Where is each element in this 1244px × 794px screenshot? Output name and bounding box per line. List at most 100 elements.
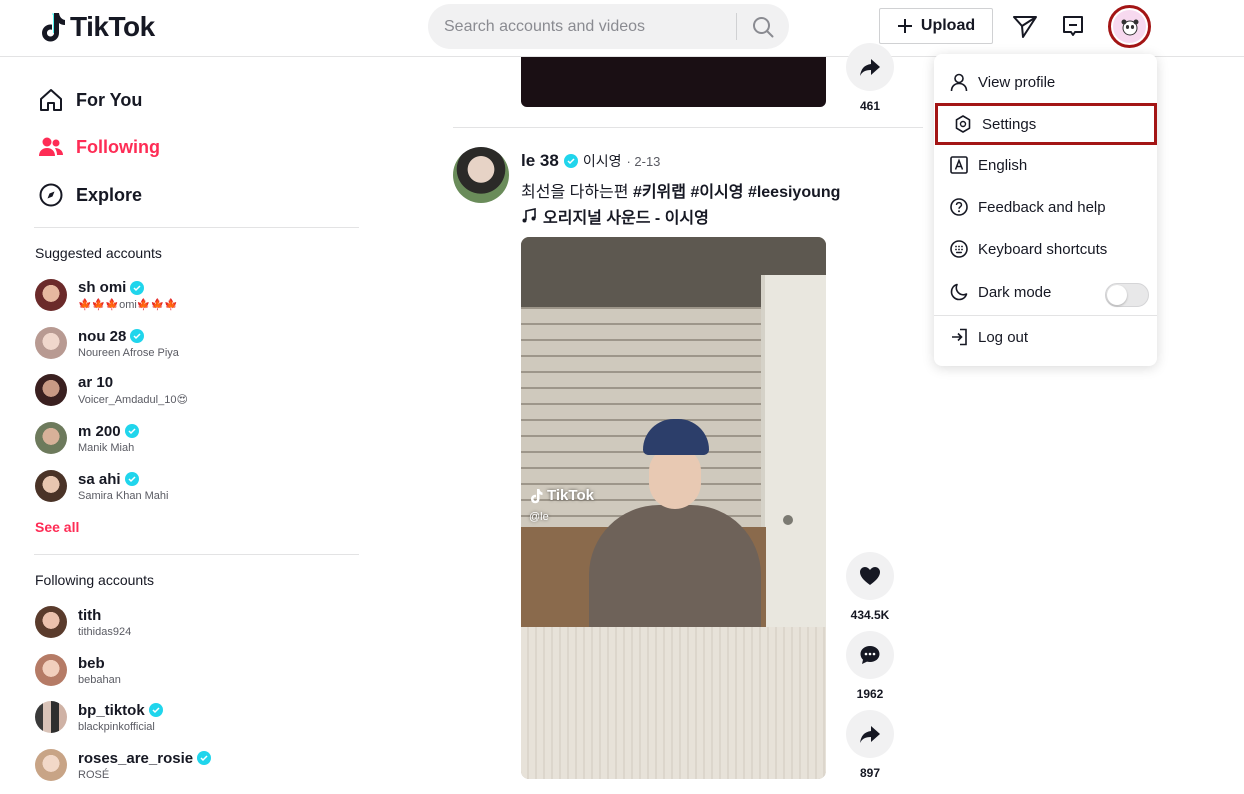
post-music[interactable]: 오리지널 사운드 - 이시영 [521, 204, 709, 228]
keyboard-icon [949, 239, 969, 259]
music-title: 오리지널 사운드 - 이시영 [543, 210, 709, 227]
like-action: 434.5K [846, 552, 894, 622]
post-caption: 최선을 다하는편 #키위랩 #이시영 #leesiyoung [521, 178, 840, 202]
menu-feedback-help[interactable]: Feedback and help [934, 186, 1157, 228]
verified-icon [148, 703, 163, 717]
following-account[interactable]: beb bebahan [35, 652, 335, 688]
tiktok-watermark-icon [531, 488, 543, 503]
account-name: sa ahi [78, 470, 121, 488]
account-name: nou 28 [78, 327, 127, 345]
see-all-link[interactable]: See all [35, 519, 79, 535]
sidebar: For You Following Explore Suggested acco… [0, 57, 360, 794]
avatar [35, 701, 67, 733]
logo-text: TikTok [70, 11, 155, 42]
suggested-account[interactable]: sa ahi Samira Khan Mahi [35, 468, 335, 504]
video-feed: 461 le 38 이시영 · 2-13 최선을 다하는편 #키위랩 #이시영 … [453, 43, 923, 794]
settings-icon [953, 114, 973, 134]
video-player[interactable]: TikTok @le [521, 237, 826, 779]
menu-label: Keyboard shortcuts [978, 240, 1108, 258]
following-account[interactable]: bp_tiktok blackpinkofficial [35, 699, 335, 735]
dark-mode-toggle[interactable] [1105, 283, 1149, 307]
home-icon [38, 87, 64, 113]
following-account[interactable]: tith tithidas924 [35, 604, 335, 640]
menu-settings[interactable]: Settings [935, 103, 1157, 145]
account-subtitle: tithidas924 [78, 625, 132, 638]
send-icon [1013, 16, 1037, 38]
avatar [35, 422, 67, 454]
comment-icon [860, 646, 880, 664]
feed-divider [453, 127, 923, 128]
upload-button[interactable]: Upload [879, 8, 993, 44]
search-bar [428, 4, 789, 49]
following-account[interactable]: roses_are_rosie ROSÉ [35, 747, 335, 783]
inbox-button[interactable] [1059, 12, 1087, 40]
sidebar-divider [34, 554, 359, 555]
verified-icon [124, 472, 139, 486]
nav-label: Following [76, 136, 160, 157]
avatar [35, 470, 67, 502]
help-icon [949, 197, 969, 217]
avatar [35, 749, 67, 781]
verified-icon [124, 424, 139, 438]
menu-keyboard-shortcuts[interactable]: Keyboard shortcuts [934, 228, 1157, 270]
account-name: beb [78, 654, 105, 672]
post-nickname: 이시영 [582, 153, 622, 169]
video-door [761, 275, 826, 630]
search-icon [753, 16, 774, 37]
caption-hashtags[interactable]: #키위랩 #이시영 #leesiyoung [633, 184, 840, 201]
post-username[interactable]: le 38 [521, 151, 559, 171]
verified-icon [130, 280, 145, 295]
menu-view-profile[interactable]: View profile [934, 61, 1157, 103]
account-subtitle: Manik Miah [78, 441, 135, 454]
prev-share-action: 461 [846, 43, 894, 113]
avatar [35, 327, 67, 359]
menu-language[interactable]: English [934, 144, 1157, 186]
menu-dark-mode: Dark mode [934, 271, 1157, 313]
menu-label: Feedback and help [978, 198, 1106, 216]
avatar [35, 606, 67, 638]
share-icon [860, 726, 880, 743]
watermark-handle: @le [529, 511, 549, 523]
like-count: 434.5K [850, 608, 890, 622]
caption-text: 최선을 다하는편 [521, 184, 633, 201]
account-subtitle: 🍁🍁🍁omi🍁🍁🍁 [78, 299, 178, 311]
plus-icon [897, 19, 912, 33]
comment-button[interactable] [846, 631, 894, 679]
account-name: ar 10 [78, 374, 114, 391]
tiktok-logo[interactable]: TikTok [38, 10, 155, 44]
search-input[interactable] [428, 4, 736, 49]
share-button[interactable] [846, 710, 894, 758]
post-author-avatar[interactable] [453, 147, 509, 203]
profile-avatar-button[interactable] [1108, 5, 1151, 48]
share-icon [860, 59, 880, 76]
share-count: 897 [859, 766, 881, 780]
menu-label: Log out [978, 328, 1029, 346]
suggested-account[interactable]: m 200 Manik Miah [35, 420, 335, 456]
post-header: le 38 이시영 · 2-13 [521, 151, 660, 171]
account-subtitle: Voicer_Amdadul_10😍 [78, 394, 188, 406]
person-icon [949, 72, 969, 92]
menu-label: Settings [982, 115, 1037, 133]
toggle-knob [1107, 285, 1127, 305]
account-name: m 200 [78, 422, 121, 440]
nav-following[interactable]: Following [38, 134, 160, 160]
inbox-icon [1063, 16, 1083, 36]
suggested-account[interactable]: nou 28 Noureen Afrose Piya [35, 325, 335, 361]
comment-count: 1962 [856, 687, 884, 701]
following-accounts-title: Following accounts [35, 572, 155, 588]
nav-label: For You [76, 89, 143, 110]
suggested-account[interactable]: sh omi 🍁🍁🍁omi🍁🍁🍁 [35, 277, 335, 313]
menu-log-out[interactable]: Log out [934, 316, 1157, 358]
messages-button[interactable] [1011, 12, 1039, 40]
search-button[interactable] [737, 4, 789, 49]
previous-video[interactable] [521, 57, 826, 107]
nav-explore[interactable]: Explore [38, 182, 142, 208]
nav-for-you[interactable]: For You [38, 87, 142, 113]
video-person [589, 505, 761, 635]
sidebar-divider [34, 227, 359, 228]
share-button[interactable] [846, 43, 894, 91]
suggested-account[interactable]: ar 10 Voicer_Amdadul_10😍 [35, 372, 335, 408]
moon-icon [949, 282, 969, 302]
like-button[interactable] [846, 552, 894, 600]
account-name: sh omi [78, 279, 127, 296]
